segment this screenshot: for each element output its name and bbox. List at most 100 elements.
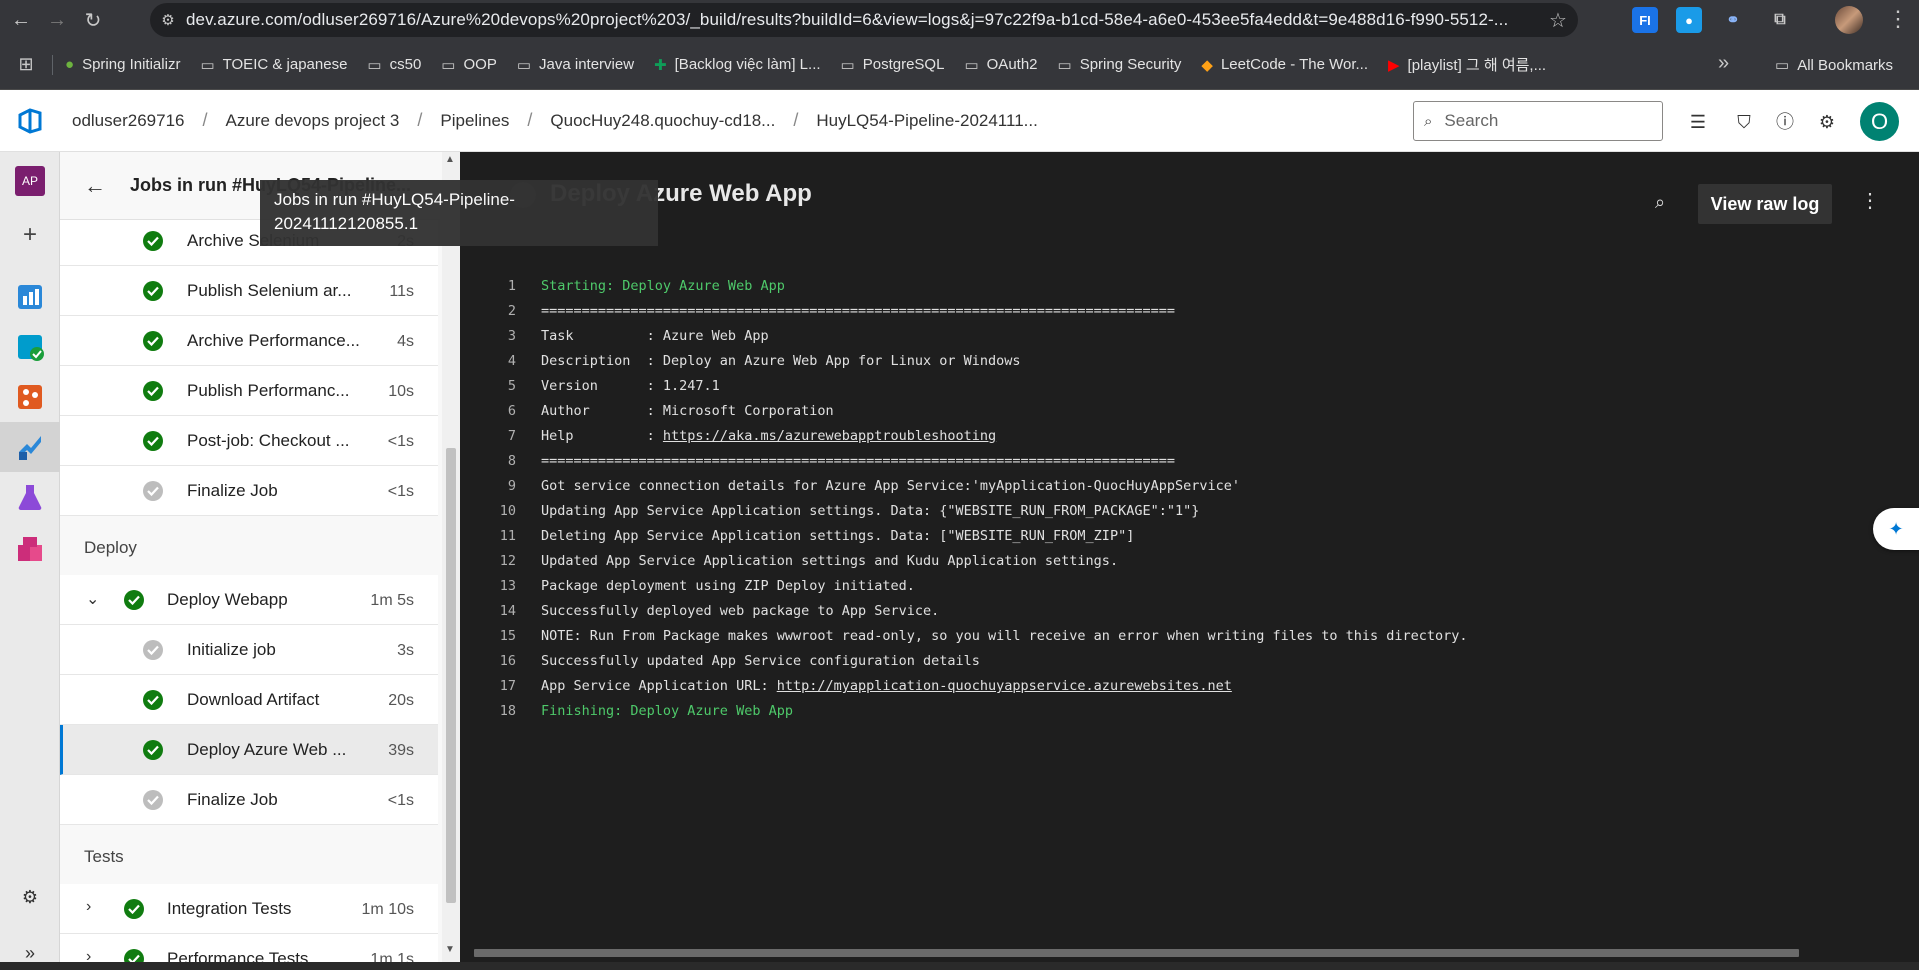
log-link[interactable]: https://aka.ms/azurewebapptroubleshootin… <box>663 428 996 444</box>
url-text[interactable]: dev.azure.com/odluser269716/Azure%20devo… <box>186 10 1538 30</box>
artifacts-icon[interactable] <box>0 524 60 574</box>
breadcrumb-pipeline[interactable]: QuocHuy248.quochuy-cd18... <box>538 111 787 131</box>
jobs-panel: ← Jobs in run #HuyLQ54-Pipeline... Archi… <box>60 152 460 970</box>
skipped-icon <box>143 640 163 660</box>
back-arrow-icon[interactable]: ← <box>60 173 130 199</box>
fi-extension-icon[interactable]: FI <box>1632 7 1658 33</box>
link-extension-icon[interactable]: ⚭ <box>1720 7 1746 33</box>
log-horizontal-scrollbar[interactable] <box>460 946 1919 960</box>
more-options-icon[interactable]: ⋮ <box>1860 188 1880 213</box>
chevron-right-icon[interactable]: › <box>86 898 91 916</box>
job-step[interactable]: Download Artifact 20s <box>60 675 438 725</box>
project-badge[interactable]: AP <box>0 156 60 206</box>
project-settings-icon[interactable]: ⚙ <box>0 872 60 922</box>
line-content: Successfully updated App Service configu… <box>541 653 980 669</box>
folder-icon: ▭ <box>200 56 215 74</box>
log-link[interactable]: http://myapplication-quochuyappservice.a… <box>777 678 1232 694</box>
breadcrumb-pipelines[interactable]: Pipelines <box>428 111 521 131</box>
scroll-down-icon[interactable]: ▼ <box>445 944 455 955</box>
help-icon[interactable]: ⓘ <box>1772 109 1798 135</box>
bookmark-java-interview[interactable]: ▭ Java interview <box>517 56 634 74</box>
bookmark-toeic[interactable]: ▭ TOEIC & japanese <box>200 56 347 74</box>
azure-devops-logo-icon[interactable] <box>0 107 60 135</box>
profile-avatar[interactable] <box>1835 6 1863 34</box>
log-viewer: Deploy Azure Web App ⌕ View raw log ⋮ 1S… <box>460 152 1919 970</box>
line-text: Got service connection details for Azure… <box>541 478 1240 494</box>
bookmark-leetcode[interactable]: ◆ LeetCode - The Wor... <box>1201 56 1368 74</box>
chevron-down-icon[interactable]: ⌄ <box>86 589 99 609</box>
breadcrumb-separator: / <box>527 110 533 130</box>
drop-extension-icon[interactable]: ● <box>1676 7 1702 33</box>
search-icon[interactable]: ⌕ <box>1655 192 1665 213</box>
puzzle-extension-icon[interactable]: ⧉ <box>1767 7 1793 33</box>
breadcrumb-run[interactable]: HuyLQ54-Pipeline-2024111... <box>804 111 1049 131</box>
job-step[interactable]: Initialize job 3s <box>60 625 438 675</box>
job-step[interactable]: Publish Performanc... 10s <box>60 366 438 416</box>
back-icon[interactable]: ← <box>6 5 36 35</box>
bookmark-playlist[interactable]: ▶ [playlist] 그 해 여름,... <box>1388 54 1546 75</box>
line-content: Description : Deploy an Azure Web App fo… <box>541 353 1021 369</box>
line-text: Package deployment using ZIP Deploy init… <box>541 578 915 594</box>
bookmark-star-icon[interactable]: ☆ <box>1538 8 1578 33</box>
line-number: 11 <box>499 528 516 544</box>
bookmark-cs50[interactable]: ▭ cs50 <box>367 56 421 74</box>
marketplace-icon[interactable]: ⛉ <box>1731 109 1757 135</box>
scroll-up-icon[interactable]: ▲ <box>445 154 455 165</box>
copilot-sparkle-icon[interactable]: ✦ <box>1873 508 1919 550</box>
job-deploy-webapp[interactable]: ⌄ Deploy Webapp 1m 5s <box>60 575 438 625</box>
all-bookmarks[interactable]: ▭ All Bookmarks <box>1775 40 1893 90</box>
line-text: Deleting App Service Application setting… <box>541 528 1134 544</box>
scrollbar-thumb[interactable] <box>446 448 456 903</box>
bookmark-spring-initializr[interactable]: ● Spring Initializr <box>65 56 180 73</box>
job-step[interactable]: Finalize Job <1s <box>60 775 438 825</box>
youtube-icon: ▶ <box>1388 56 1400 74</box>
job-step-selected[interactable]: Deploy Azure Web ... 39s <box>60 725 438 775</box>
line-number: 18 <box>499 703 516 719</box>
site-settings-icon[interactable]: ⚙ <box>150 11 186 29</box>
reload-icon[interactable]: ↻ <box>78 5 108 35</box>
address-bar[interactable]: ⚙ dev.azure.com/odluser269716/Azure%20de… <box>150 3 1578 37</box>
pipelines-icon[interactable] <box>0 422 60 472</box>
user-settings-icon[interactable]: ⚙ <box>1814 109 1840 135</box>
job-integration-tests[interactable]: › Integration Tests 1m 10s <box>60 884 438 934</box>
breadcrumb-org[interactable]: odluser269716 <box>60 111 196 131</box>
repos-icon[interactable] <box>0 372 60 422</box>
avatar[interactable]: O <box>1860 102 1899 141</box>
bookmark-spring-security[interactable]: ▭ Spring Security <box>1058 56 1182 74</box>
line-text: ========================================… <box>541 453 1175 469</box>
bookmark-oauth2[interactable]: ▭ OAuth2 <box>964 56 1037 74</box>
add-icon[interactable]: + <box>0 210 60 260</box>
bookmark-postgresql[interactable]: ▭ PostgreSQL <box>841 56 945 74</box>
browser-menu-icon[interactable]: ⋮ <box>1886 6 1910 34</box>
line-content: App Service Application URL: <box>541 678 777 694</box>
forward-icon[interactable]: → <box>42 5 72 35</box>
line-text: ========================================… <box>541 303 1175 319</box>
breadcrumb-project[interactable]: Azure devops project 3 <box>214 111 412 131</box>
line-content: Updating App Service Application setting… <box>541 503 1200 519</box>
line-text: Updated App Service Application settings… <box>541 553 1118 569</box>
jobs-scrollbar[interactable]: ▲ ▼ <box>442 152 460 970</box>
job-step[interactable]: Finalize Job <1s <box>60 466 438 516</box>
bookmark-backlog[interactable]: ✚ [Backlog việc làm] L... <box>654 56 820 74</box>
view-raw-log-button[interactable]: View raw log <box>1698 184 1832 224</box>
job-step[interactable]: Post-job: Checkout ... <1s <box>60 416 438 466</box>
scrollbar-thumb[interactable] <box>474 949 1799 957</box>
more-bookmarks-icon[interactable]: » <box>1718 52 1729 75</box>
log-line: 6 Author : Microsoft Corporation <box>460 403 1919 428</box>
left-nav-rail: AP + ⚙ » <box>0 152 60 970</box>
divider <box>52 54 53 75</box>
boards-icon[interactable] <box>0 322 60 372</box>
overview-icon[interactable] <box>0 272 60 322</box>
bookmark-oop[interactable]: ▭ OOP <box>441 56 497 74</box>
job-step[interactable]: Archive Performance... 4s <box>60 316 438 366</box>
apps-grid-icon[interactable]: ⊞ <box>0 54 52 75</box>
line-content: NOTE: Run From Package makes wwwroot rea… <box>541 628 1468 644</box>
line-content: Deleting App Service Application setting… <box>541 528 1135 544</box>
line-number: 2 <box>507 303 516 319</box>
breadcrumb-separator: / <box>793 110 799 130</box>
log-line: 13 Package deployment using ZIP Deploy in… <box>460 578 1919 603</box>
search-input[interactable]: ⌕ Search <box>1413 101 1663 141</box>
work-items-icon[interactable]: ☰ <box>1685 109 1711 135</box>
test-plans-icon[interactable] <box>0 472 60 522</box>
job-step[interactable]: Publish Selenium ar... 11s <box>60 266 438 316</box>
